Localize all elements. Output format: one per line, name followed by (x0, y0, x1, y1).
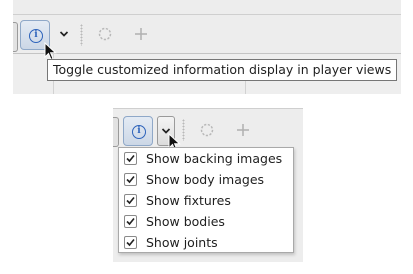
chevron-down-icon[interactable] (59, 29, 69, 39)
menu-item-label: Show backing images (146, 151, 283, 166)
tooltip: Toggle customized information display in… (47, 59, 398, 81)
checkbox[interactable] (124, 152, 137, 165)
checkbox[interactable] (124, 236, 137, 249)
checkbox[interactable] (124, 173, 137, 186)
toolbar-top-border (113, 108, 303, 109)
plus-icon[interactable] (134, 27, 148, 41)
toolbar-grip[interactable] (80, 24, 83, 46)
checkbox[interactable] (124, 215, 137, 228)
menu-item-label: Show joints (146, 235, 218, 250)
menu-item-show-joints[interactable]: Show joints (119, 233, 293, 254)
menu-item-label: Show fixtures (146, 193, 231, 208)
menu-item-show-fixtures[interactable]: Show fixtures (119, 191, 293, 212)
info-icon: i (132, 125, 146, 139)
info-toggle-button[interactable]: i (123, 116, 153, 146)
toolbar-grip[interactable] (182, 119, 185, 141)
plus-icon[interactable] (236, 123, 250, 137)
view-divider-right (245, 80, 246, 94)
previous-widget-edge (13, 22, 18, 52)
loading-circle-icon[interactable] (98, 27, 112, 41)
info-icon: i (29, 29, 43, 43)
menu-item-show-backing-images[interactable]: Show backing images (119, 149, 293, 170)
toolbar-top-border (13, 14, 401, 15)
menu-item-label: Show body images (146, 172, 265, 187)
previous-widget-edge (113, 117, 119, 147)
menu-item-show-body-images[interactable]: Show body images (119, 170, 293, 191)
loading-circle-icon[interactable] (200, 123, 214, 137)
menu-item-show-bodies[interactable]: Show bodies (119, 212, 293, 233)
checkbox[interactable] (124, 194, 137, 207)
display-options-menu: Show backing images Show body images Sho… (118, 147, 294, 253)
menu-item-label: Show bodies (146, 214, 225, 229)
